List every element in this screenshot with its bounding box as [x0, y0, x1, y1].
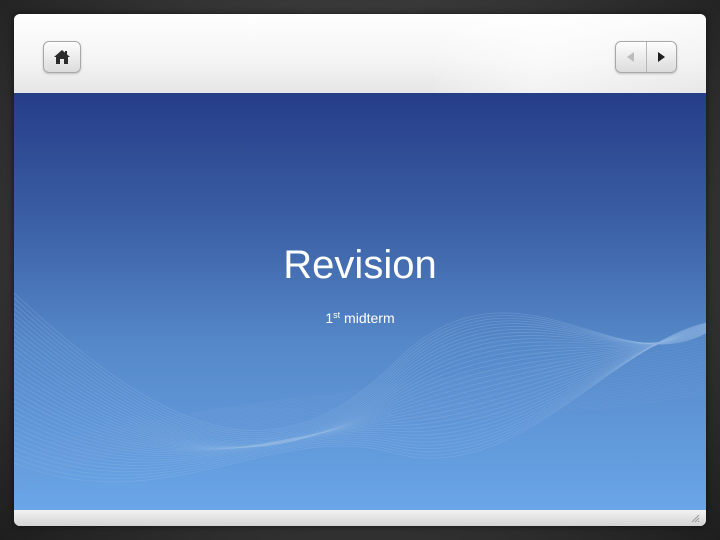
arrow-left-icon [626, 52, 634, 62]
home-button[interactable] [43, 41, 81, 73]
wave-lines-decoration [14, 292, 706, 494]
next-slide-button[interactable] [647, 42, 677, 72]
subtitle-text: midterm [340, 310, 395, 326]
arrow-right-icon [658, 52, 666, 62]
previous-slide-button[interactable] [616, 42, 647, 72]
subtitle-number: 1 [325, 310, 334, 326]
bottom-status-bar [14, 510, 706, 526]
home-icon [54, 50, 70, 64]
slide-title: Revision [283, 243, 437, 287]
slide-canvas: Revision 1st midterm [14, 93, 706, 510]
resize-grip-icon[interactable] [691, 514, 700, 523]
slide-navigation [615, 41, 677, 73]
top-toolbar [14, 14, 706, 93]
presentation-window: Revision 1st midterm [14, 14, 706, 526]
slide-subtitle: 1st midterm [14, 305, 706, 328]
